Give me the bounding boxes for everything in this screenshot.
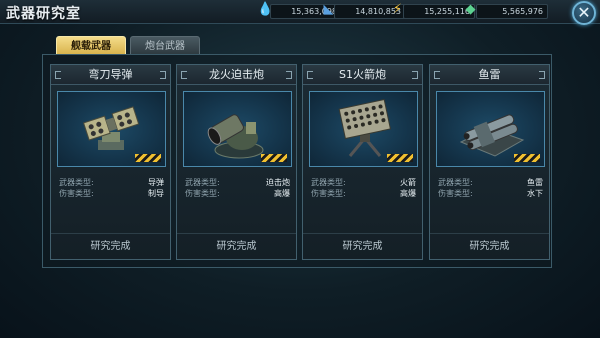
torpedo-launcher-icon xyxy=(436,91,545,167)
window-title: 武器研究室 xyxy=(6,6,81,22)
stat-label: 伤害类型: xyxy=(438,189,473,198)
tab-turret-weapons[interactable]: 炮台武器 xyxy=(130,36,200,55)
rarity-stripes xyxy=(135,154,161,162)
stat-label: 伤害类型: xyxy=(311,189,346,198)
weapon-type-value: 火箭 xyxy=(400,178,416,187)
damage-type-value: 水下 xyxy=(527,189,543,198)
rarity-stripes xyxy=(514,154,540,162)
research-status: 研究完成 xyxy=(430,233,549,259)
weapon-card-mortar[interactable]: 龙火迫击炮 武器类型: 迫击炮 伤害类型: 高爆 研究完成 xyxy=(176,64,297,260)
card-header: 龙火迫击炮 xyxy=(177,65,296,85)
card-title: 弯刀导弹 xyxy=(88,68,133,81)
stat-label: 伤害类型: xyxy=(59,189,94,198)
card-title: S1火箭炮 xyxy=(339,68,386,81)
card-header: 鱼雷 xyxy=(430,65,549,85)
stat-label: 武器类型: xyxy=(438,178,473,187)
research-status: 研究完成 xyxy=(303,233,422,259)
stat-label: 武器类型: xyxy=(59,178,94,187)
weapon-type-value: 迫击炮 xyxy=(266,178,290,187)
weapon-type-value: 导弹 xyxy=(148,178,164,187)
rocket-launcher-icon xyxy=(309,91,418,167)
card-header: S1火箭炮 xyxy=(303,65,422,85)
missile-launcher-icon xyxy=(57,91,166,167)
damage-type-value: 高爆 xyxy=(400,189,416,198)
resource-alloy: 5,565,976 xyxy=(476,4,548,19)
close-icon: ✕ xyxy=(577,3,591,22)
weapon-card-rocket[interactable]: S1火箭炮 武器类型: 火箭 伤害类型: 高爆 研究完成 xyxy=(302,64,423,260)
stat-label: 武器类型: xyxy=(185,178,220,187)
weapon-card-missile[interactable]: 弯刀导弹 武器类型: 导弹 伤害类型: 制导 研究完成 xyxy=(50,64,171,260)
card-title: 鱼雷 xyxy=(478,68,501,81)
research-status: 研究完成 xyxy=(177,233,296,259)
card-header: 弯刀导弹 xyxy=(51,65,170,85)
rarity-stripes xyxy=(387,154,413,162)
weapon-type-value: 鱼雷 xyxy=(527,178,543,187)
weapon-card-torpedo[interactable]: 鱼雷 武器类型: 鱼雷 伤害类型: 水下 研究完成 xyxy=(429,64,550,260)
damage-type-value: 高爆 xyxy=(274,189,290,198)
damage-type-value: 制导 xyxy=(148,189,164,198)
mortar-icon xyxy=(183,91,292,167)
top-bar: 武器研究室 💧 15,363,098 ◣ 14,810,853 ⚡ 15,255… xyxy=(0,0,600,25)
close-button[interactable]: ✕ xyxy=(572,1,596,25)
card-title: 龙火迫击炮 xyxy=(209,68,264,81)
stat-label: 武器类型: xyxy=(311,178,346,187)
stat-label: 伤害类型: xyxy=(185,189,220,198)
tab-ship-weapons[interactable]: 舰载武器 xyxy=(56,36,126,55)
rarity-stripes xyxy=(261,154,287,162)
research-status: 研究完成 xyxy=(51,233,170,259)
